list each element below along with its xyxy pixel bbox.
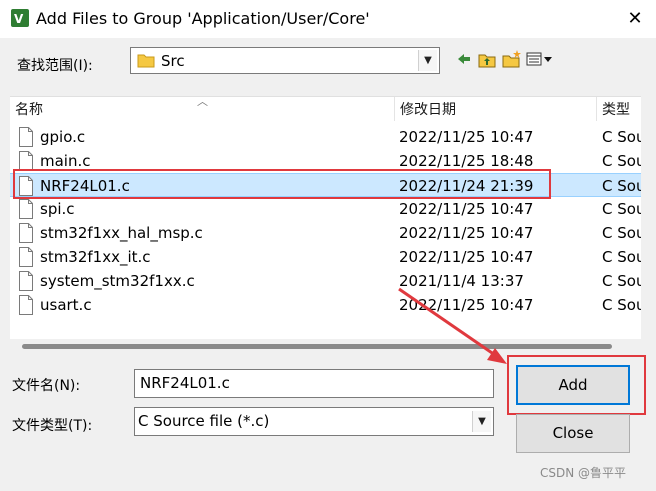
view-menu-icon[interactable]	[526, 49, 554, 69]
highlight-box-selected-file	[13, 169, 551, 199]
keil-app-icon: V	[11, 9, 29, 27]
horizontal-scrollbar[interactable]	[22, 344, 612, 349]
file-list[interactable]: ︿ 名称 修改日期 类型 gpio.c 2022/11/25 10:47 C Sou…	[10, 95, 641, 339]
file-icon	[19, 247, 33, 267]
file-type: C Sou	[602, 248, 641, 266]
rows-anchor	[10, 97, 641, 125]
file-type: C Sou	[602, 224, 641, 242]
file-row[interactable]: system_stm32f1xx.c 2021/11/4 13:37 C Sou	[10, 269, 641, 293]
file-name: spi.c	[40, 200, 75, 218]
window-title: Add Files to Group 'Application/User/Cor…	[36, 9, 370, 28]
file-date: 2022/11/25 10:47	[399, 200, 534, 218]
close-button[interactable]: Close	[516, 414, 630, 453]
file-date: 2022/11/25 10:47	[399, 128, 534, 146]
back-arrow-icon[interactable]	[456, 49, 472, 69]
file-name: system_stm32f1xx.c	[40, 272, 195, 290]
title-bar: V Add Files to Group 'Application/User/C…	[0, 0, 656, 38]
file-icon	[19, 223, 33, 243]
file-name: gpio.c	[40, 128, 86, 146]
filetype-combo[interactable]: C Source file (*.c) ▼	[134, 407, 494, 436]
filename-input[interactable]: NRF24L01.c	[134, 369, 494, 398]
up-folder-icon[interactable]	[478, 49, 496, 69]
file-type: C Sou	[602, 152, 641, 170]
file-type: C Sou	[602, 128, 641, 146]
file-row[interactable]: spi.c 2022/11/25 10:47 C Sou	[10, 197, 641, 221]
file-name: stm32f1xx_hal_msp.c	[40, 224, 203, 242]
file-name: stm32f1xx_it.c	[40, 248, 151, 266]
watermark: CSDN @鲁平平	[540, 466, 627, 480]
file-icon	[19, 151, 33, 171]
file-type: C Sou	[602, 272, 641, 290]
add-button[interactable]: Add	[516, 365, 630, 405]
file-name: usart.c	[40, 296, 92, 314]
file-date: 2022/11/25 10:47	[399, 224, 534, 242]
annotation-arrow	[398, 287, 507, 364]
look-in-combo[interactable]: Src ▼	[130, 47, 440, 74]
file-icon	[19, 295, 33, 315]
file-name: main.c	[40, 152, 91, 170]
file-date: 2022/11/25 18:48	[399, 152, 534, 170]
filename-label: 文件名(N):	[12, 378, 81, 394]
file-row[interactable]: stm32f1xx_hal_msp.c 2022/11/25 10:47 C Sou	[10, 221, 641, 245]
file-icon	[19, 199, 33, 219]
filetype-value: C Source file (*.c)	[138, 412, 270, 430]
chevron-down-icon[interactable]: ▼	[418, 50, 437, 71]
folder-icon	[137, 54, 155, 68]
look-in-label: 查找范围(I):	[17, 58, 93, 74]
file-icon	[19, 127, 33, 147]
new-folder-icon[interactable]	[502, 49, 522, 69]
file-type: C Sou	[602, 177, 641, 195]
file-row[interactable]: gpio.c 2022/11/25 10:47 C Sou	[10, 125, 641, 149]
file-type: C Sou	[602, 200, 641, 218]
chevron-down-icon[interactable]: ▼	[472, 411, 491, 432]
file-row[interactable]: usart.c 2022/11/25 10:47 C Sou	[10, 293, 641, 317]
file-row[interactable]: stm32f1xx_it.c 2022/11/25 10:47 C Sou	[10, 245, 641, 269]
file-date: 2022/11/25 10:47	[399, 248, 534, 266]
file-icon	[19, 271, 33, 291]
look-in-value: Src	[161, 52, 185, 70]
file-type: C Sou	[602, 296, 641, 314]
filename-value: NRF24L01.c	[140, 374, 230, 392]
svg-text:V: V	[14, 12, 24, 26]
close-window-icon[interactable]: ✕	[620, 4, 650, 34]
filetype-label: 文件类型(T):	[12, 418, 93, 434]
